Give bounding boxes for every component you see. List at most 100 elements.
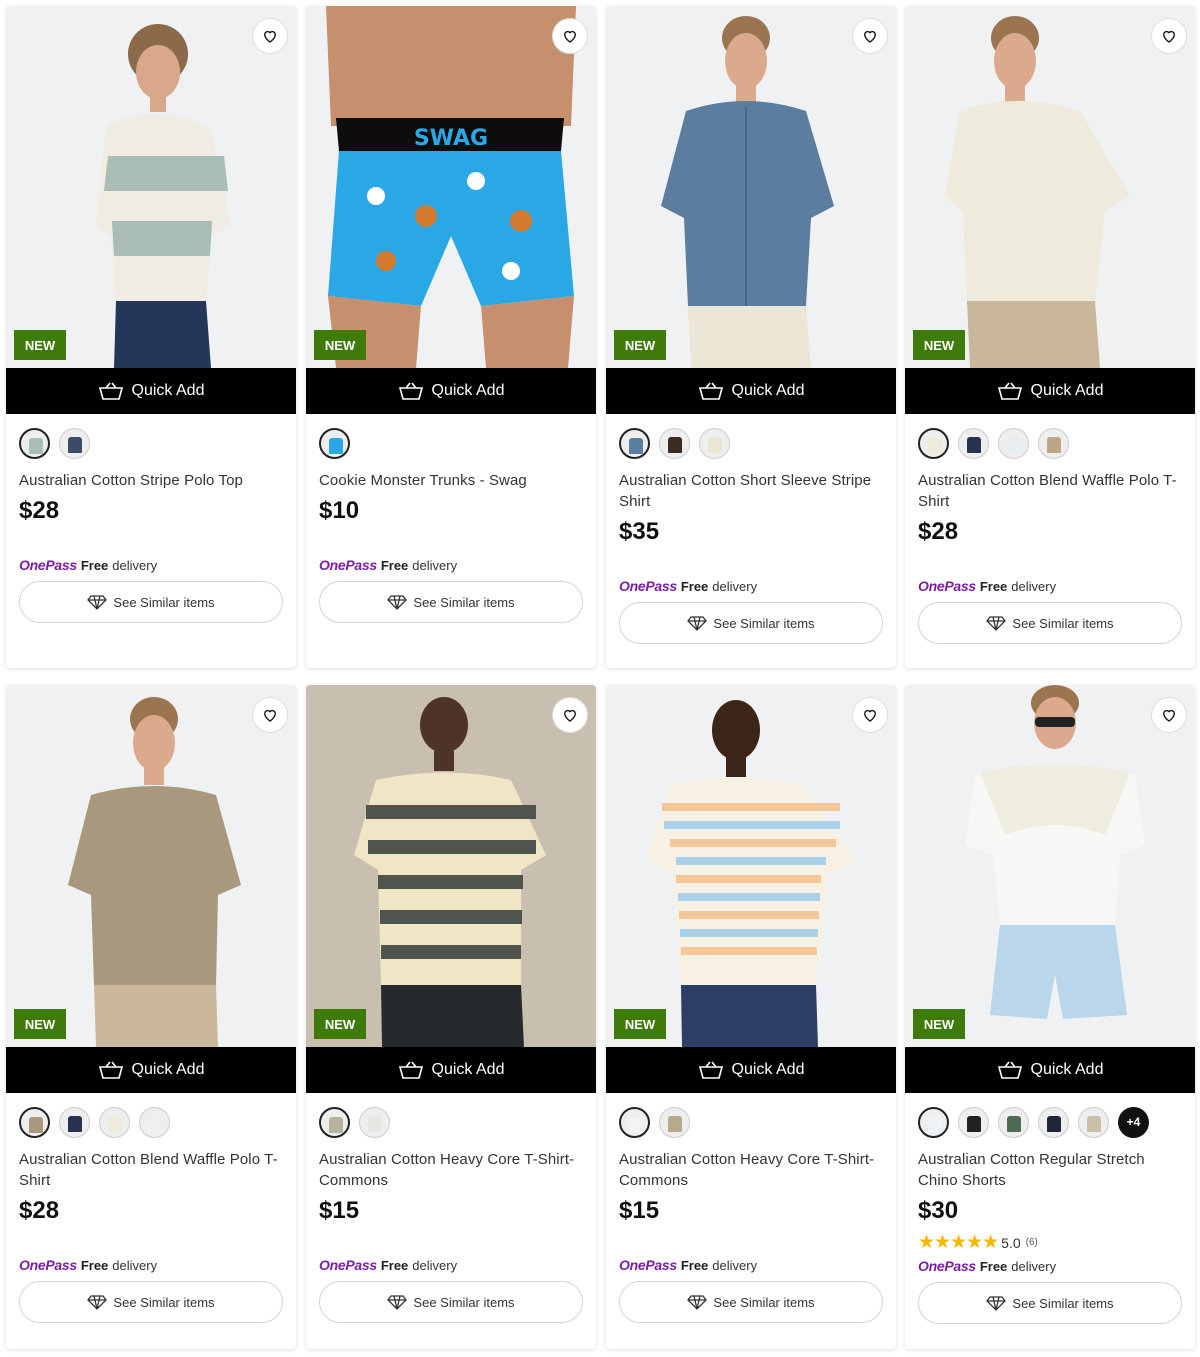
color-swatch[interactable]: [998, 1106, 1029, 1138]
product-image[interactable]: NEW: [6, 6, 296, 368]
color-swatch[interactable]: [319, 1106, 350, 1138]
quick-add-label: Quick Add: [131, 1061, 205, 1078]
quick-add-button[interactable]: Quick Add: [606, 368, 896, 414]
see-similar-button[interactable]: See Similar items: [19, 581, 283, 623]
color-swatch[interactable]: [59, 427, 90, 459]
new-badge: NEW: [913, 1009, 965, 1039]
color-swatch[interactable]: [659, 427, 690, 459]
wishlist-button[interactable]: [552, 18, 588, 54]
quick-add-button[interactable]: Quick Add: [6, 1047, 296, 1093]
heart-icon: [264, 709, 276, 722]
product-photo: [6, 6, 296, 368]
wishlist-button[interactable]: [552, 697, 588, 733]
onepass-logo: OnePass: [619, 1257, 677, 1273]
color-swatch[interactable]: [359, 1106, 390, 1138]
delivery-label: delivery: [712, 1258, 758, 1273]
color-swatch[interactable]: [659, 1106, 690, 1138]
onepass-logo: OnePass: [19, 1257, 77, 1273]
delivery-label: delivery: [412, 1258, 458, 1273]
delivery-info: OnePass Free delivery: [19, 557, 283, 573]
color-swatch[interactable]: [699, 427, 730, 459]
product-image[interactable]: NEW: [606, 685, 896, 1047]
see-similar-button[interactable]: See Similar items: [619, 1281, 883, 1323]
quick-add-button[interactable]: Quick Add: [306, 368, 596, 414]
see-similar-label: See Similar items: [1012, 615, 1114, 631]
quick-add-button[interactable]: Quick Add: [306, 1047, 596, 1093]
delivery-info: OnePass Free delivery: [319, 557, 583, 573]
color-swatch[interactable]: [918, 427, 949, 459]
diamond-icon: [687, 1295, 708, 1310]
diamond-icon: [87, 595, 108, 610]
color-swatch[interactable]: [958, 1106, 989, 1138]
product-image[interactable]: NEW: [905, 6, 1195, 368]
color-swatch[interactable]: [139, 1106, 170, 1138]
product-card[interactable]: NEW Quick Add Australian Cotton Blend Wa…: [905, 6, 1195, 668]
product-card[interactable]: NEW Quick Add Australian Cotton Stripe P…: [6, 6, 296, 668]
product-title[interactable]: Australian Cotton Heavy Core T-Shirt- Co…: [619, 1149, 883, 1191]
product-photo: [6, 685, 296, 1047]
see-similar-button[interactable]: See Similar items: [319, 1281, 583, 1323]
wishlist-button[interactable]: [852, 697, 888, 733]
color-swatch[interactable]: [19, 427, 50, 459]
color-swatch[interactable]: [1038, 427, 1069, 459]
product-image[interactable]: SWAG NEW: [306, 6, 596, 368]
wishlist-button[interactable]: [252, 18, 288, 54]
color-swatch[interactable]: [59, 1106, 90, 1138]
color-swatch[interactable]: [619, 1106, 650, 1138]
color-swatches: [19, 1106, 283, 1138]
product-card[interactable]: NEW Quick Add Australian Cotton Heavy Co…: [306, 685, 596, 1349]
product-title[interactable]: Australian Cotton Short Sleeve Stripe Sh…: [619, 470, 883, 512]
color-swatches: +4: [918, 1106, 1182, 1138]
color-swatch[interactable]: [1078, 1106, 1109, 1138]
product-image[interactable]: NEW: [606, 6, 896, 368]
delivery-label: delivery: [712, 579, 758, 594]
see-similar-button[interactable]: See Similar items: [918, 602, 1182, 644]
color-swatch[interactable]: [998, 427, 1029, 459]
color-swatch[interactable]: [958, 427, 989, 459]
product-card[interactable]: NEW Quick Add +4 Australian Cotton Regul…: [905, 685, 1195, 1349]
see-similar-button[interactable]: See Similar items: [619, 602, 883, 644]
wishlist-button[interactable]: [1151, 18, 1187, 54]
see-similar-button[interactable]: See Similar items: [19, 1281, 283, 1323]
product-image[interactable]: NEW: [306, 685, 596, 1047]
product-title[interactable]: Australian Cotton Stripe Polo Top: [19, 470, 283, 491]
quick-add-label: Quick Add: [431, 382, 505, 399]
product-title[interactable]: Australian Cotton Blend Waffle Polo T-Sh…: [918, 470, 1182, 512]
color-swatch[interactable]: [99, 1106, 130, 1138]
product-image[interactable]: NEW: [6, 685, 296, 1047]
see-similar-button[interactable]: See Similar items: [918, 1282, 1182, 1324]
quick-add-button[interactable]: Quick Add: [905, 1047, 1195, 1093]
product-rating[interactable]: ★★★★★ 5.0 (6): [918, 1231, 1182, 1254]
basket-icon: [698, 1061, 723, 1079]
product-card[interactable]: NEW Quick Add Australian Cotton Heavy Co…: [606, 685, 896, 1349]
product-image[interactable]: NEW: [905, 685, 1195, 1047]
basket-icon: [398, 1061, 423, 1079]
product-card[interactable]: NEW Quick Add Australian Cotton Blend Wa…: [6, 685, 296, 1349]
product-title[interactable]: Cookie Monster Trunks - Swag: [319, 470, 583, 491]
wishlist-button[interactable]: [252, 697, 288, 733]
see-similar-button[interactable]: See Similar items: [319, 581, 583, 623]
color-swatches: [19, 427, 283, 459]
color-swatch[interactable]: [918, 1106, 949, 1138]
onepass-logo: OnePass: [319, 1257, 377, 1273]
product-title[interactable]: Australian Cotton Regular Stretch Chino …: [918, 1149, 1182, 1191]
product-card[interactable]: NEW Quick Add Australian Cotton Short Sl…: [606, 6, 896, 668]
color-swatch[interactable]: [19, 1106, 50, 1138]
product-title[interactable]: Australian Cotton Heavy Core T-Shirt- Co…: [319, 1149, 583, 1191]
product-price: $35: [619, 518, 660, 545]
product-title[interactable]: Australian Cotton Blend Waffle Polo T-Sh…: [19, 1149, 283, 1191]
wishlist-button[interactable]: [852, 18, 888, 54]
see-similar-label: See Similar items: [113, 1294, 215, 1310]
color-swatch[interactable]: [619, 427, 650, 459]
wishlist-button[interactable]: [1151, 697, 1187, 733]
color-swatch[interactable]: [1038, 1106, 1069, 1138]
product-card[interactable]: SWAG NEW Quick Add Cookie Monster Trunks…: [306, 6, 596, 668]
quick-add-button[interactable]: Quick Add: [6, 368, 296, 414]
quick-add-button[interactable]: Quick Add: [905, 368, 1195, 414]
product-photo: [905, 685, 1195, 1047]
color-swatch[interactable]: [319, 427, 350, 459]
more-colors-button[interactable]: +4: [1118, 1106, 1149, 1138]
quick-add-button[interactable]: Quick Add: [606, 1047, 896, 1093]
heart-icon: [1163, 30, 1175, 43]
rating-score: 5.0: [1001, 1234, 1021, 1251]
